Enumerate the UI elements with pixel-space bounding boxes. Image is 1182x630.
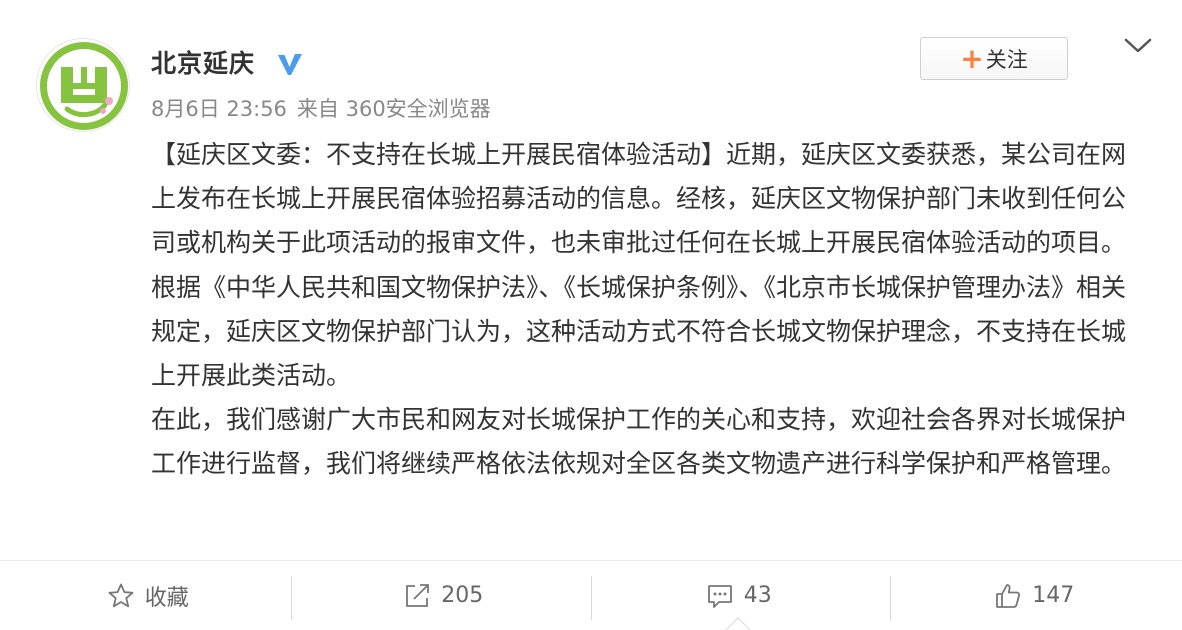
like-count: 147 — [1032, 583, 1075, 608]
post-paragraph: 【延庆区文委：不支持在长城上开展民宿体验活动】近期，延庆区文委获悉，某公司在网上… — [151, 140, 1127, 391]
post-meta: 8月6日 23:56 来自 360安全浏览器 — [151, 94, 491, 124]
star-icon — [108, 583, 134, 607]
chevron-down-icon[interactable] — [1123, 36, 1153, 56]
weibo-post-card: 北京延庆 8月6日 23:56 来自 360安全浏览器 + 关注 【延庆区文委：… — [0, 0, 1182, 630]
thumbs-up-icon — [996, 583, 1021, 608]
post-source: 来自 360安全浏览器 — [296, 97, 491, 121]
like-button[interactable]: 147 — [887, 561, 1182, 630]
favorite-label: 收藏 — [144, 585, 189, 611]
action-separator — [890, 576, 891, 620]
avatar[interactable] — [36, 38, 130, 132]
repost-count: 205 — [441, 583, 484, 608]
comment-icon — [707, 584, 732, 608]
share-arrow-icon — [406, 583, 430, 607]
repost-button[interactable]: 205 — [296, 561, 592, 630]
action-separator — [591, 576, 592, 620]
favorite-button[interactable]: 收藏 — [0, 561, 296, 630]
author-name[interactable]: 北京延庆 — [151, 46, 255, 82]
verified-v-icon — [278, 54, 302, 75]
action-separator — [291, 576, 292, 620]
post-content: 【延庆区文委：不支持在长城上开展民宿体验活动】近期，延庆区文委获悉，某公司在网上… — [151, 133, 1136, 487]
comment-count: 43 — [743, 583, 772, 608]
follow-button[interactable]: + 关注 — [920, 37, 1068, 80]
plus-icon: + — [960, 41, 984, 75]
avatar-logo-icon — [40, 42, 128, 130]
post-date[interactable]: 8月6日 23:56 — [151, 94, 287, 124]
follow-label: 关注 — [985, 47, 1028, 72]
post-paragraph: 在此，我们感谢广大市民和网友对长城保护工作的关心和支持，欢迎社会各界对长城保护工… — [151, 405, 1127, 479]
